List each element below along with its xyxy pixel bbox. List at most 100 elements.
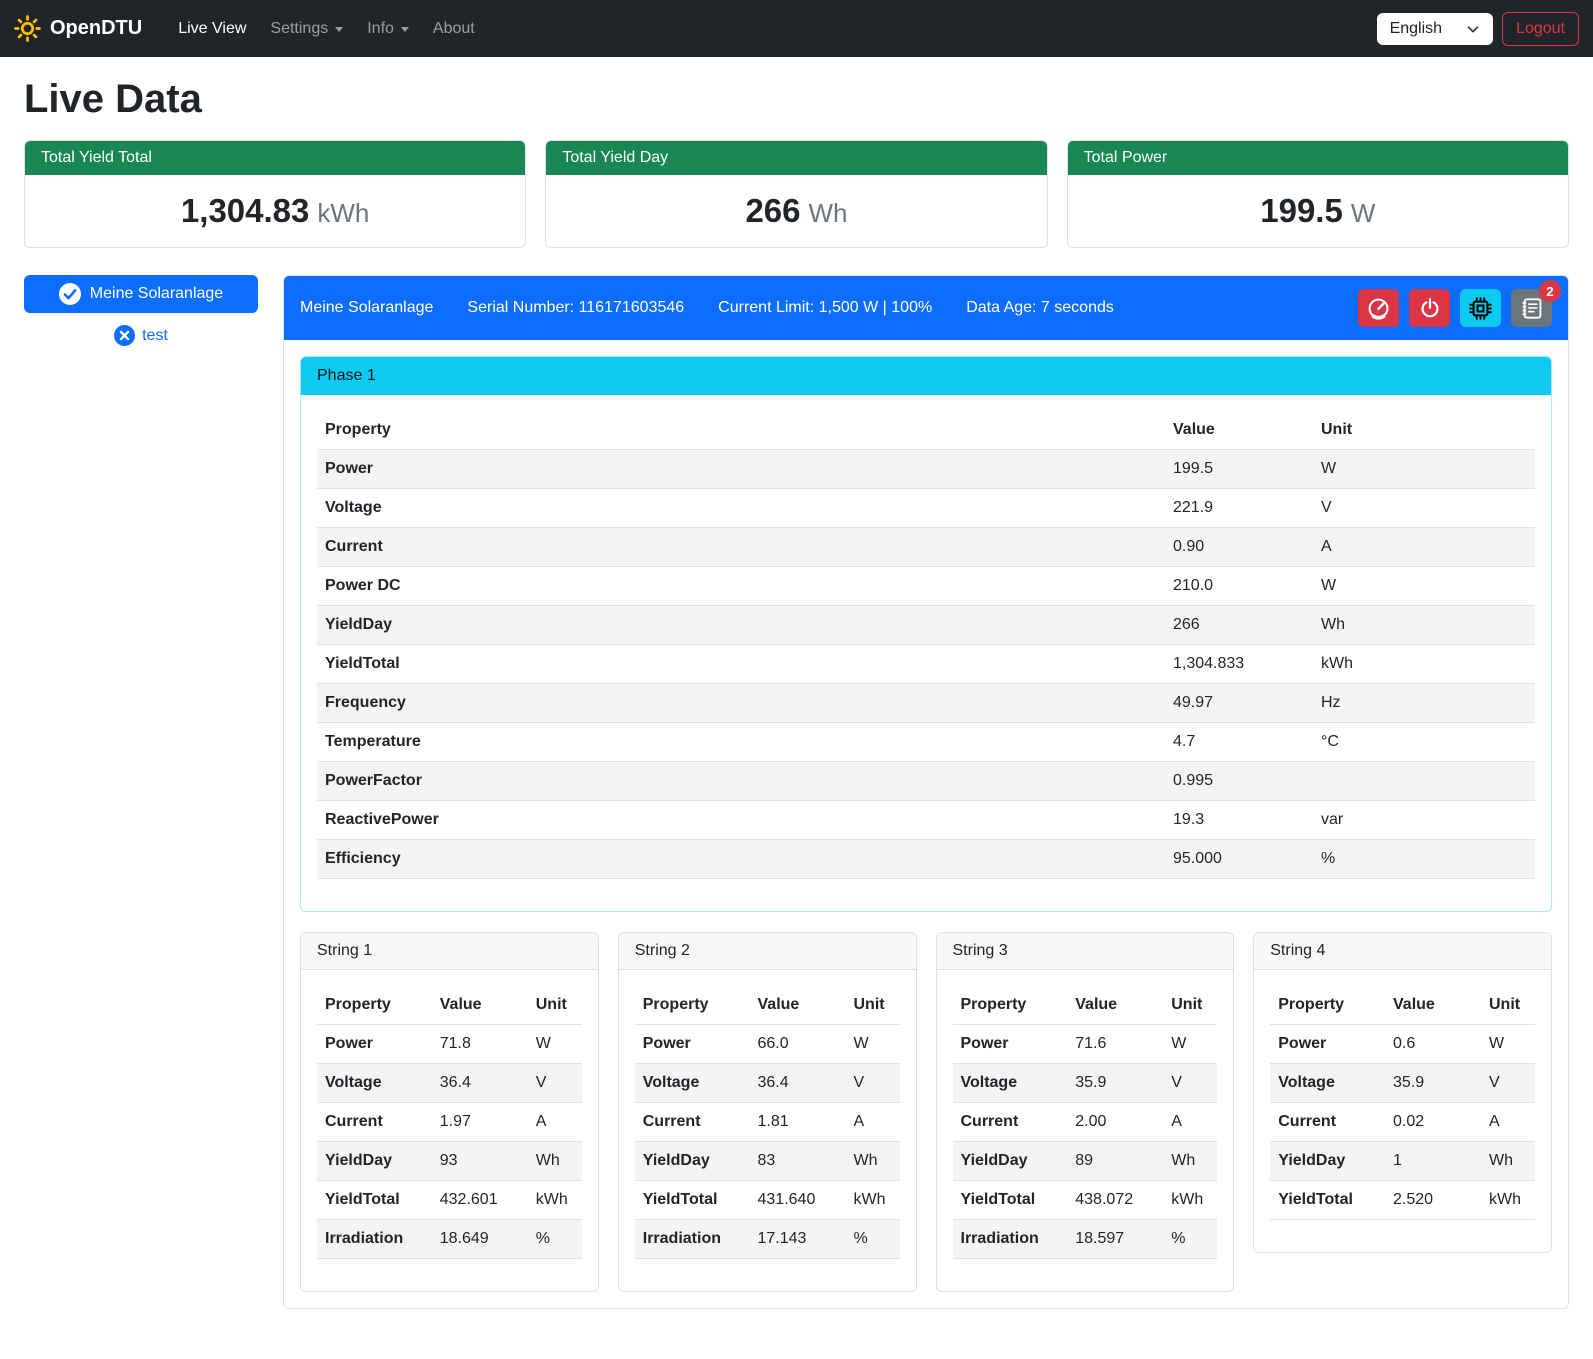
string-card-title: String 2 — [619, 933, 916, 970]
brand[interactable]: OpenDTU — [14, 15, 142, 42]
unit-cell: W — [1159, 1025, 1217, 1064]
inverter-test-link[interactable]: test — [24, 325, 258, 346]
unit-cell: A — [1159, 1103, 1217, 1142]
language-select[interactable]: English — [1377, 13, 1493, 45]
string-card-body: Property Value Unit Power71.6WVoltage35.… — [937, 970, 1234, 1291]
check-circle-icon — [59, 283, 81, 305]
table-row: YieldTotal432.601kWh — [317, 1181, 582, 1220]
phase-body: Property Value Unit Power199.5WVoltage22… — [301, 395, 1551, 911]
logout-button[interactable]: Logout — [1502, 12, 1579, 46]
property-cell: Power — [317, 1025, 432, 1064]
content-row: Meine Solaranlage test Meine Solaranlage… — [24, 275, 1569, 1309]
property-cell: Current — [1270, 1103, 1385, 1142]
summary-card-body: 266Wh — [546, 175, 1046, 247]
column-header-unit: Unit — [842, 986, 900, 1025]
nav-item-label: Live View — [178, 20, 246, 38]
value-cell: 199.5 — [1165, 450, 1305, 489]
table-row: Irradiation17.143% — [635, 1220, 900, 1259]
nav-item-settings[interactable]: Settings — [260, 12, 353, 46]
value-cell: 36.4 — [432, 1064, 524, 1103]
string-card-title: String 3 — [937, 933, 1234, 970]
device-info-button[interactable] — [1460, 289, 1501, 327]
unit-cell: V — [842, 1064, 900, 1103]
string-table-body: Power71.6WVoltage35.9VCurrent2.00AYieldD… — [953, 1025, 1218, 1259]
value-cell: 95.000 — [1165, 840, 1305, 879]
property-cell: Current — [317, 528, 1165, 567]
unit-cell: W — [524, 1025, 582, 1064]
property-cell: YieldDay — [953, 1142, 1068, 1181]
value-cell: 432.601 — [432, 1181, 524, 1220]
column-header-property: Property — [317, 986, 432, 1025]
value-cell: 0.995 — [1165, 762, 1305, 801]
string-table-body: Power71.8WVoltage36.4VCurrent1.97AYieldD… — [317, 1025, 582, 1259]
property-cell: YieldDay — [1270, 1142, 1385, 1181]
summary-unit: W — [1351, 198, 1376, 228]
property-cell: Power — [317, 450, 1165, 489]
nav-item-info[interactable]: Info — [357, 12, 419, 46]
summary-value: 1,304.83 — [181, 192, 309, 229]
value-cell: 1 — [1385, 1142, 1477, 1181]
language-value: English — [1390, 20, 1442, 38]
property-cell: Voltage — [317, 1064, 432, 1103]
nav-item-live-view[interactable]: Live View — [168, 12, 256, 46]
column-header-property: Property — [953, 986, 1068, 1025]
property-cell: YieldTotal — [317, 645, 1165, 684]
nav-item-label: Info — [367, 20, 394, 38]
value-cell: 83 — [750, 1142, 842, 1181]
inverter-data-age: Data Age: 7 seconds — [966, 299, 1114, 317]
inverter-panel: Meine Solaranlage Serial Number: 1161716… — [283, 275, 1569, 1309]
page-title: Live Data — [24, 77, 1569, 122]
inverter-serial: Serial Number: 116171603546 — [467, 299, 684, 317]
limit-settings-button[interactable] — [1358, 289, 1399, 327]
table-row: ReactivePower19.3var — [317, 801, 1535, 840]
inverter-select-button[interactable]: Meine Solaranlage — [24, 275, 258, 313]
table-row: Current2.00A — [953, 1103, 1218, 1142]
column-header-value: Value — [1165, 411, 1305, 450]
string-card-body: Property Value Unit Power71.8WVoltage36.… — [301, 970, 598, 1291]
unit-cell: V — [1305, 489, 1535, 528]
column-header-value: Value — [1385, 986, 1477, 1025]
sun-icon — [14, 15, 41, 42]
summary-card-title: Total Yield Total — [25, 141, 525, 175]
table-row: Voltage221.9V — [317, 489, 1535, 528]
table-row: Voltage36.4V — [635, 1064, 900, 1103]
value-cell: 71.8 — [432, 1025, 524, 1064]
value-cell: 1,304.833 — [1165, 645, 1305, 684]
string-card-body: Property Value Unit Power66.0WVoltage36.… — [619, 970, 916, 1291]
value-cell: 49.97 — [1165, 684, 1305, 723]
table-row: Voltage35.9V — [1270, 1064, 1535, 1103]
value-cell: 431.640 — [750, 1181, 842, 1220]
value-cell: 66.0 — [750, 1025, 842, 1064]
unit-cell: Wh — [842, 1142, 900, 1181]
table-row: Power0.6W — [1270, 1025, 1535, 1064]
power-button[interactable] — [1409, 289, 1450, 327]
nav-item-about[interactable]: About — [423, 12, 485, 46]
property-cell: Voltage — [1270, 1064, 1385, 1103]
property-cell: Frequency — [317, 684, 1165, 723]
table-row: Voltage36.4V — [317, 1064, 582, 1103]
phase-card: Phase 1 Property Value Unit Power199.5WV… — [300, 356, 1552, 912]
summary-card-total-yield-total: Total Yield Total 1,304.83kWh — [24, 140, 526, 248]
page-container: Live Data Total Yield Total 1,304.83kWh … — [0, 57, 1593, 1339]
unit-cell: Wh — [1159, 1142, 1217, 1181]
unit-cell: var — [1305, 801, 1535, 840]
string-card: String 1 Property Value Unit Power71.8WV… — [300, 932, 599, 1292]
inverter-panel-header: Meine Solaranlage Serial Number: 1161716… — [284, 276, 1568, 340]
table-header-row: Property Value Unit — [635, 986, 900, 1025]
event-log-button[interactable]: 2 — [1511, 289, 1552, 327]
property-cell: Voltage — [635, 1064, 750, 1103]
string-card-title: String 1 — [301, 933, 598, 970]
unit-cell: °C — [1305, 723, 1535, 762]
value-cell: 36.4 — [750, 1064, 842, 1103]
table-row: Power71.6W — [953, 1025, 1218, 1064]
string-card: String 2 Property Value Unit Power66.0WV… — [618, 932, 917, 1292]
nav-item-label: Settings — [270, 20, 328, 38]
table-row: Power199.5W — [317, 450, 1535, 489]
summary-card-body: 199.5W — [1068, 175, 1568, 247]
inverter-panel-body: Phase 1 Property Value Unit Power199.5WV… — [284, 340, 1568, 1308]
inverter-name: Meine Solaranlage — [300, 299, 433, 317]
string-card: String 4 Property Value Unit Power0.6WVo… — [1253, 932, 1552, 1253]
column-header-unit: Unit — [1159, 986, 1217, 1025]
journal-icon — [1520, 297, 1543, 320]
event-count-badge: 2 — [1539, 280, 1561, 302]
